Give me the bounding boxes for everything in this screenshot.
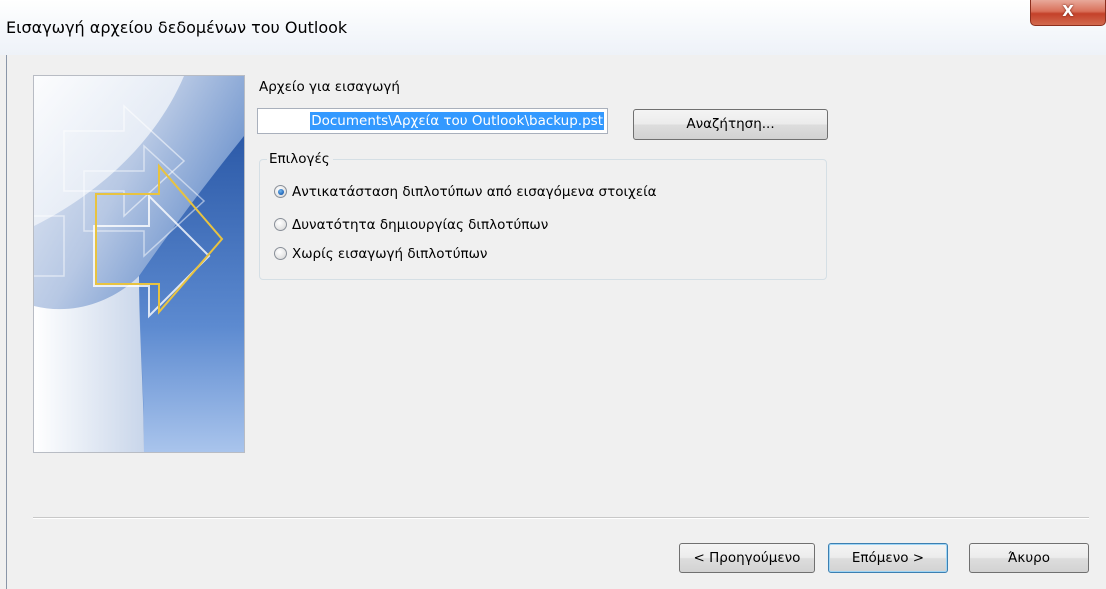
close-button[interactable]: X (1030, 0, 1106, 26)
window-left-border (6, 55, 7, 589)
option-label: Χωρίς εισαγωγή διπλοτύπων (292, 246, 488, 262)
radio-checked-icon[interactable] (274, 185, 287, 198)
wizard-banner-image (33, 75, 245, 453)
cancel-button[interactable]: Άκυρο (969, 543, 1089, 573)
file-to-import-label: Αρχείο για εισαγωγή (259, 79, 400, 95)
import-dialog-window: Εισαγωγή αρχείου δεδομένων του Outlook X (0, 0, 1106, 589)
back-button[interactable]: < Προηγούμενο (679, 543, 815, 573)
options-group: Επιλογές Αντικατάσταση διπλοτύπων από ει… (259, 149, 827, 280)
file-path-input[interactable]: Documents\Αρχεία του Outlook\backup.pst (257, 108, 608, 134)
close-icon: X (1062, 2, 1074, 20)
options-legend: Επιλογές (267, 149, 333, 169)
window-title: Εισαγωγή αρχείου δεδομένων του Outlook (6, 18, 348, 37)
next-button[interactable]: Επόμενο > (828, 543, 948, 573)
option-label: Αντικατάσταση διπλοτύπων από εισαγόμενα … (292, 184, 657, 200)
footer-separator (33, 517, 1089, 519)
radio-unchecked-icon[interactable] (274, 218, 287, 231)
option-label: Δυνατότητα δημιουργίας διπλοτύπων (292, 217, 549, 233)
browse-button[interactable]: Αναζήτηση... (633, 109, 828, 140)
title-bar: Εισαγωγή αρχείου δεδομένων του Outlook X (0, 0, 1106, 55)
radio-unchecked-icon[interactable] (274, 247, 287, 260)
outlook-import-arrows-graphic (34, 76, 244, 452)
file-path-value: Documents\Αρχεία του Outlook\backup.pst (310, 112, 604, 130)
